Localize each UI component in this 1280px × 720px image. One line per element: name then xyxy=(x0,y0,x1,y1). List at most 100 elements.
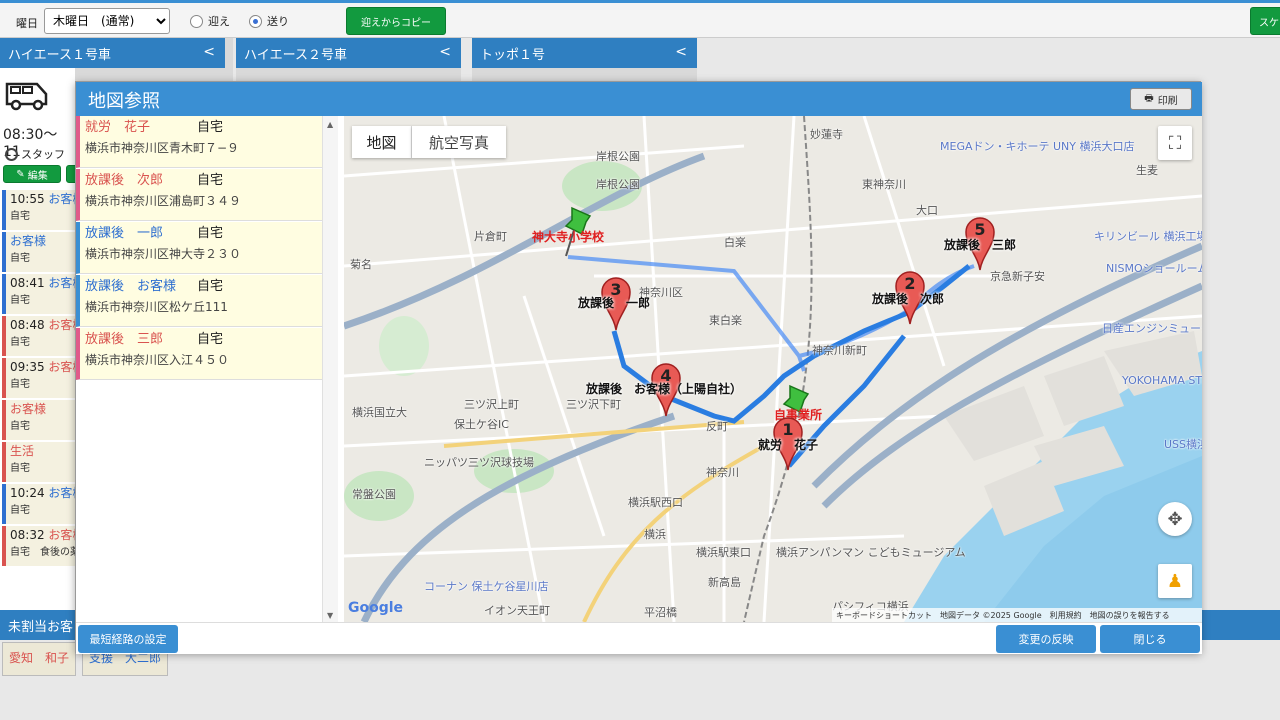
camera-control-icon[interactable]: ✥ xyxy=(1158,502,1192,536)
map-canvas[interactable] xyxy=(344,116,1202,622)
map-type-map-tab[interactable]: 地図 xyxy=(352,126,412,158)
marker-label: 放課後 一郎 xyxy=(578,296,651,310)
schedule-card[interactable]: 10:55 お客様自宅 xyxy=(2,190,75,230)
card-time: 10:24 xyxy=(10,486,45,500)
map-place-label: 横浜駅西口 xyxy=(628,496,683,509)
column-header-3[interactable]: トッポ１号 < xyxy=(472,38,697,68)
marker-label: 放課後 三郎 xyxy=(944,238,1017,252)
chevron-left-icon[interactable]: < xyxy=(439,44,451,60)
column-header-2[interactable]: ハイエース２号車 < xyxy=(236,38,461,68)
map-place-label: ニッパツ三ツ沢球技場 xyxy=(424,456,534,469)
map-place-label: 神奈川新町 xyxy=(812,344,867,357)
apply-changes-button[interactable]: 変更の反映 xyxy=(996,625,1096,653)
fullscreen-icon[interactable]: ⛶ xyxy=(1158,126,1192,160)
map-data-text: 地図データ ©2025 Google xyxy=(940,610,1042,620)
stop-name: 放課後 お客様 xyxy=(85,279,177,294)
card-name: お客様 xyxy=(10,234,47,248)
close-button[interactable]: 閉じる xyxy=(1100,625,1200,653)
card-sub: 自宅 xyxy=(10,253,30,264)
map-place-label: 菊名 xyxy=(350,258,372,271)
scroll-up-arrow[interactable]: ▲ xyxy=(327,120,333,129)
card-name: お客様 xyxy=(48,276,75,290)
route-stop-list: 就労 花子 自宅 横浜市神奈川区青木町７−９ 放課後 次郎 自宅 横浜市神奈川区浦島町３４… xyxy=(76,116,338,622)
card-name: お客様 xyxy=(48,486,75,500)
marker-label: 就労 花子 xyxy=(758,438,819,452)
stop-name: 放課後 三郎 xyxy=(85,332,164,347)
stop-place: 自宅 xyxy=(197,279,224,294)
stop-name: 放課後 一郎 xyxy=(85,226,164,241)
card-sub: 自宅 食後の薬 xyxy=(10,547,75,558)
scroll-down-arrow[interactable]: ▼ xyxy=(327,611,333,620)
map-place-label: 妙蓮寺 xyxy=(810,128,843,141)
list-scrollbar[interactable]: ▲ ▼ xyxy=(322,116,338,622)
card-time: 08:32 xyxy=(10,528,45,542)
google-map[interactable]: 妙蓮寺 岸根公園 岸根公園 白楽 東白楽 神奈川区 神奈川新町 三ツ沢上町 三ツ沢下町 反町 神奈川… xyxy=(344,116,1202,622)
copy-from-pickup-button[interactable]: 迎えからコピー xyxy=(346,7,446,35)
card-sub: 自宅 xyxy=(10,421,30,432)
unassigned-card[interactable]: 愛知 和子 xyxy=(2,642,76,676)
route-stop-item[interactable]: 放課後 三郎 自宅 横浜市神奈川区入江４５０ xyxy=(76,328,322,380)
edit-button[interactable]: ✎ 編集 xyxy=(3,165,61,183)
schedule-card[interactable]: 10:24 お客様自宅 xyxy=(2,484,75,524)
map-place-label: 日産エンジンミュージアム xyxy=(1102,322,1202,335)
map-place-label: 大口 xyxy=(916,204,938,217)
map-place-label: 横浜 xyxy=(644,528,666,541)
schedule-card[interactable]: 生活 自宅 xyxy=(2,442,75,482)
chevron-left-icon[interactable]: < xyxy=(675,44,687,60)
card-name: お客様 xyxy=(48,528,75,542)
map-place-label: 白楽 xyxy=(724,236,746,249)
schedule-card[interactable]: 08:48 お客様自宅 xyxy=(2,316,75,356)
radio-dropoff[interactable]: 送り xyxy=(249,13,289,29)
route-stop-item[interactable]: 放課後 一郎 自宅 横浜市神奈川区神大寺２３０ xyxy=(76,222,322,274)
keyboard-shortcuts-link[interactable]: キーボードショートカット xyxy=(836,610,932,621)
map-place-label: 神奈川 xyxy=(706,466,739,479)
column-header-1[interactable]: ハイエース１号車 < xyxy=(0,38,225,68)
stop-place: 自宅 xyxy=(197,120,224,135)
route-stop-item[interactable]: 放課後 お客様 自宅横浜市神奈川区松ケ丘111 xyxy=(76,275,322,327)
map-place-label: 常盤公園 xyxy=(352,488,396,501)
schedule-card[interactable]: 09:35 お客様自宅 xyxy=(2,358,75,398)
day-select[interactable]: 木曜日 (通常) xyxy=(44,8,170,34)
schedule-card[interactable]: お客様 自宅 xyxy=(2,232,75,272)
card-name: お客様 xyxy=(10,402,47,416)
van-icon xyxy=(5,82,48,111)
shortest-route-button[interactable]: 最短経路の設定 xyxy=(78,625,178,653)
stop-address: 横浜市神奈川区青木町７−９ xyxy=(85,141,240,155)
map-place-label: 横浜駅東口 xyxy=(696,546,751,559)
schedule-card[interactable]: 08:32 お客様自宅 食後の薬 xyxy=(2,526,75,566)
chevron-left-icon[interactable]: < xyxy=(203,44,215,60)
schedule-card[interactable]: 08:41 お客様自宅 xyxy=(2,274,75,314)
toolbar: 曜日 木曜日 (通常) 迎え 送り 迎えからコピー スケ xyxy=(0,0,1280,38)
card-sub: 自宅 xyxy=(10,379,30,390)
pegman-icon[interactable]: ♟ xyxy=(1158,564,1192,598)
stop-place: 自宅 xyxy=(197,173,224,188)
map-place-label: 新高島 xyxy=(708,576,741,589)
terms-link[interactable]: 利用規約 xyxy=(1050,610,1082,621)
card-time: 10:55 xyxy=(10,192,45,206)
steering-wheel-icon xyxy=(5,147,18,161)
map-place-label: 保土ケ谷IC xyxy=(454,418,509,431)
stop-place: 自宅 xyxy=(197,226,224,241)
map-place-label: 三ツ沢下町 xyxy=(566,398,621,411)
card-name: 生活 xyxy=(10,444,35,458)
stop-address: 横浜市神奈川区松ケ丘111 xyxy=(85,300,228,314)
map-type-satellite-tab[interactable]: 航空写真 xyxy=(412,126,506,158)
map-place-label: NISMOショールーム xyxy=(1106,262,1202,275)
stop-name: 放課後 次郎 xyxy=(85,173,164,188)
card-time: 08:41 xyxy=(10,276,45,290)
card-name: お客様 xyxy=(48,192,75,206)
map-place-label: 横浜国立大 xyxy=(352,406,407,419)
schedule-card[interactable]: お客様 自宅 xyxy=(2,400,75,440)
route-stop-item[interactable]: 就労 花子 自宅横浜市神奈川区青木町７−９ xyxy=(76,116,322,168)
stop-name: 就労 花子 xyxy=(85,120,151,135)
map-place-label: 三ツ沢上町 xyxy=(464,398,519,411)
map-place-label: 反町 xyxy=(706,420,728,433)
card-sub: 自宅 xyxy=(10,463,30,474)
route-stop-item[interactable]: 放課後 次郎 自宅 横浜市神奈川区浦島町３４９ xyxy=(76,169,322,221)
radio-pickup[interactable]: 迎え xyxy=(190,13,230,29)
map-place-label: コーナン 保土ケ谷星川店 xyxy=(424,580,549,593)
schedule-button[interactable]: スケ xyxy=(1250,7,1280,35)
report-error-link[interactable]: 地図の誤りを報告する xyxy=(1090,610,1170,621)
map-place-label: 東白楽 xyxy=(709,314,742,327)
print-button[interactable]: 🖶 印刷 xyxy=(1130,88,1192,110)
